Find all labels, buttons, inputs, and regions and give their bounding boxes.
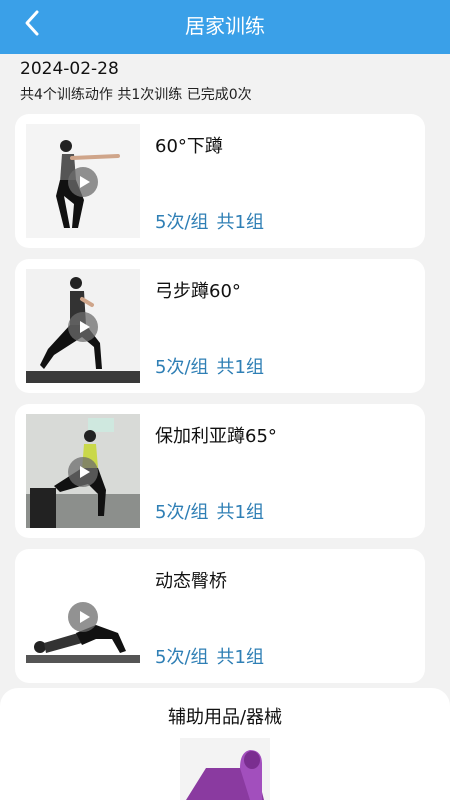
exercise-meta: 5次/组 共1组 [155, 353, 272, 379]
exercise-name: 弓步蹲60° [155, 281, 241, 302]
exercise-card[interactable]: 动态臀桥 5次/组 共1组 [15, 549, 425, 683]
play-icon[interactable] [68, 167, 98, 197]
play-icon[interactable] [68, 602, 98, 632]
exercise-video-thumbnail[interactable] [26, 269, 140, 383]
exercise-card[interactable]: 60°下蹲 5次/组 共1组 [15, 114, 425, 248]
equipment-item[interactable] [180, 738, 270, 800]
exercise-sets: 共1组 [216, 357, 264, 378]
exercise-reps: 5次/组 [155, 212, 209, 233]
plan-summary: 共4个训练动作 共1次训练 已完成0次 [20, 87, 252, 103]
exercise-card[interactable]: 弓步蹲60° 5次/组 共1组 [15, 259, 425, 393]
exercise-meta: 5次/组 共1组 [155, 498, 272, 524]
exercise-sets: 共1组 [216, 502, 264, 523]
exercise-name: 保加利亚蹲65° [155, 426, 277, 447]
equipment-panel: 辅助用品/器械 [0, 688, 450, 800]
exercise-sets: 共1组 [216, 647, 264, 668]
exercise-reps: 5次/组 [155, 502, 209, 523]
app-header: 居家训练 [0, 0, 450, 54]
equipment-title: 辅助用品/器械 [167, 707, 283, 728]
exercise-reps: 5次/组 [155, 357, 209, 378]
exercise-video-thumbnail[interactable] [26, 124, 140, 238]
exercise-name: 动态臀桥 [155, 571, 227, 592]
page-title: 居家训练 [185, 14, 265, 38]
yoga-mat-icon [186, 750, 264, 800]
plan-date: 2024-02-28 [20, 59, 119, 79]
exercise-meta: 5次/组 共1组 [155, 208, 272, 234]
play-icon[interactable] [68, 457, 98, 487]
exercise-name: 60°下蹲 [155, 136, 223, 157]
exercise-video-thumbnail[interactable] [26, 559, 140, 673]
play-icon[interactable] [68, 312, 98, 342]
exercise-meta: 5次/组 共1组 [155, 643, 272, 669]
exercise-reps: 5次/组 [155, 647, 209, 668]
exercise-video-thumbnail[interactable] [26, 414, 140, 528]
exercise-card[interactable]: 保加利亚蹲65° 5次/组 共1组 [15, 404, 425, 538]
exercise-sets: 共1组 [216, 212, 264, 233]
